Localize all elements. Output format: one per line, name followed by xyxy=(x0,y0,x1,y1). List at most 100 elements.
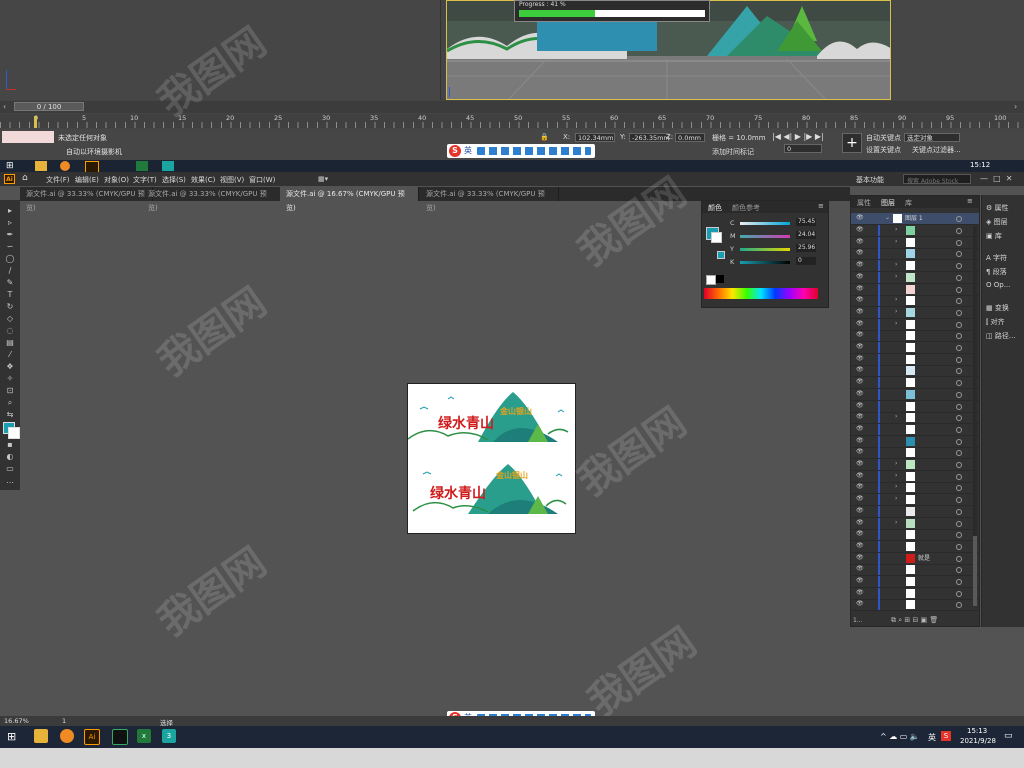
layer-top-row[interactable]: 👁 ⌄ 图层 1 xyxy=(851,213,979,225)
slider-y[interactable]: Y 25.96 xyxy=(730,244,816,255)
visibility-eye-icon[interactable]: 👁 xyxy=(856,531,864,537)
layer-row[interactable]: 👁 › xyxy=(851,412,979,425)
target-circle-icon[interactable] xyxy=(956,520,962,527)
dock-transform[interactable]: ▦ 变换 xyxy=(986,303,1009,313)
layer-row[interactable]: 👁 xyxy=(851,564,979,577)
ime-lang[interactable]: 英 xyxy=(464,146,472,156)
layer-row[interactable]: 👁 xyxy=(851,423,979,436)
gradient-tool-icon[interactable]: ▤ xyxy=(5,338,15,347)
layer-row[interactable]: 👁 xyxy=(851,435,979,448)
target-circle-icon[interactable] xyxy=(956,590,962,597)
color-guide-tab[interactable]: 颜色参考 xyxy=(732,203,760,213)
target-circle-icon[interactable] xyxy=(956,602,962,609)
color-spectrum[interactable] xyxy=(704,288,818,299)
selection-tool-icon[interactable]: ▸ xyxy=(5,206,15,215)
target-circle-icon[interactable] xyxy=(956,473,962,480)
layer-row[interactable]: 👁 xyxy=(851,365,979,378)
playback-controls[interactable]: |◀ ◀| ▶ |▶ ▶| xyxy=(772,132,824,141)
key-filters-button[interactable]: 关键点过滤器... xyxy=(912,145,961,155)
slider-y-value[interactable]: 25.96 xyxy=(796,244,816,252)
visibility-eye-icon[interactable]: 👁 xyxy=(856,519,864,526)
target-circle-icon[interactable] xyxy=(956,263,962,270)
z-field[interactable]: 0.0mm xyxy=(675,133,705,142)
dock-pathfinder[interactable]: ◫ 路径... xyxy=(986,331,1016,341)
slider-c[interactable]: C 75.45 xyxy=(730,218,816,229)
eyedropper-tool-icon[interactable]: ⁄ xyxy=(5,350,15,359)
visibility-eye-icon[interactable]: 👁 xyxy=(856,250,864,256)
expand-chevron-icon[interactable]: › xyxy=(895,472,897,479)
target-circle-icon[interactable] xyxy=(956,274,962,281)
layer-row[interactable]: 👁 › xyxy=(851,459,979,471)
tab-doc-1[interactable]: 源文件.ai @ 33.33% (CMYK/GPU 预览) xyxy=(20,187,153,212)
swap-colors-icon[interactable]: ⇆ xyxy=(5,410,15,419)
pencil-tool-icon[interactable]: ✎ xyxy=(5,278,15,287)
artboard[interactable]: 绿水青山 金山银山 绿水青山 金山银山 xyxy=(407,383,576,534)
layer-row[interactable]: 👁 xyxy=(851,599,979,612)
ime-tool-icons[interactable] xyxy=(477,147,591,155)
visibility-eye-icon[interactable]: 👁 xyxy=(856,566,864,572)
visibility-eye-icon[interactable]: 👁 xyxy=(856,379,864,385)
blend-tool-icon[interactable]: ❖ xyxy=(5,362,15,371)
layer-row[interactable]: 👁 xyxy=(851,330,979,343)
time-slider-thumb[interactable]: 0 / 100 xyxy=(14,102,84,111)
target-circle-icon[interactable] xyxy=(956,309,962,316)
visibility-eye-icon[interactable]: 👁 xyxy=(856,542,864,549)
workspace-switcher[interactable]: 基本功能 xyxy=(856,175,884,185)
target-circle-icon[interactable] xyxy=(956,216,962,222)
slider-prev-icon[interactable]: ‹ xyxy=(3,102,6,111)
target-circle-icon[interactable] xyxy=(956,567,962,574)
expand-chevron-icon[interactable]: › xyxy=(895,483,897,490)
visibility-eye-icon[interactable]: 👁 xyxy=(856,414,864,420)
visibility-eye-icon[interactable]: 👁 xyxy=(856,507,864,514)
target-circle-icon[interactable] xyxy=(956,286,962,293)
sogou-tray-icon[interactable]: S xyxy=(941,731,951,741)
window-controls[interactable]: — □ ✕ xyxy=(980,174,1012,183)
expand-chevron-icon[interactable]: › xyxy=(895,261,897,268)
menu-item[interactable]: 文件(F) xyxy=(46,175,70,185)
zoom-field[interactable]: 16.67% xyxy=(4,717,29,725)
target-circle-icon[interactable] xyxy=(956,508,962,515)
target-circle-icon[interactable] xyxy=(956,415,962,422)
layers-tab[interactable]: 图层 xyxy=(881,198,895,208)
visibility-eye-icon[interactable]: 👁 xyxy=(856,355,864,362)
pen-tool-icon[interactable]: ✒ xyxy=(5,230,15,239)
x-field[interactable]: 102.34mm xyxy=(575,133,615,142)
lock-icon[interactable]: 🔒 xyxy=(540,133,549,141)
ime-toolbar-top[interactable]: S 英 xyxy=(447,144,595,158)
dock-paragraph[interactable]: ¶ 段落 xyxy=(986,267,1007,277)
visibility-eye-icon[interactable]: 👁 xyxy=(856,425,864,432)
layer-row[interactable]: 👁 › xyxy=(851,470,979,483)
type-tool-icon[interactable]: T xyxy=(5,290,15,299)
visibility-eye-icon[interactable]: 👁 xyxy=(856,273,864,280)
taskbar-date[interactable]: 2021/9/28 xyxy=(960,737,996,745)
target-circle-icon[interactable] xyxy=(956,497,962,504)
visibility-eye-icon[interactable]: 👁 xyxy=(856,308,864,315)
visibility-eye-icon[interactable]: 👁 xyxy=(856,238,864,245)
layer-row[interactable]: 👁 xyxy=(851,540,979,553)
windows-start-icon[interactable]: ⊞ xyxy=(6,161,14,171)
current-frame-marker[interactable] xyxy=(34,116,37,128)
expand-chevron-icon[interactable]: › xyxy=(895,238,897,245)
layers-menu-icon[interactable]: ≡ xyxy=(967,197,973,205)
visibility-eye-icon[interactable]: 👁 xyxy=(856,484,864,490)
slider-k-track[interactable] xyxy=(740,261,790,264)
out-of-gamut-swatch[interactable] xyxy=(717,251,725,259)
visibility-eye-icon[interactable]: 👁 xyxy=(856,390,864,397)
zoom-tool-icon[interactable]: ⌕ xyxy=(5,398,15,407)
explorer-icon[interactable] xyxy=(35,161,47,171)
direct-selection-tool-icon[interactable]: ▹ xyxy=(5,218,15,227)
3dsmax-taskbar-icon[interactable]: 3 xyxy=(162,729,176,743)
layer-name[interactable]: 就是 xyxy=(918,553,930,564)
target-circle-icon[interactable] xyxy=(956,380,962,387)
visibility-eye-icon[interactable]: 👁 xyxy=(856,332,864,338)
color-mode-icon[interactable]: ▪ xyxy=(5,440,15,449)
add-time-tag[interactable]: 添加时间标记 xyxy=(712,147,754,157)
tray-lang[interactable]: 英 xyxy=(928,732,936,743)
set-key-label[interactable]: 设置关键点 xyxy=(866,145,901,155)
menu-item[interactable]: 效果(C) xyxy=(191,175,215,185)
time-slider[interactable]: ‹ 0 / 100 › xyxy=(0,101,1024,113)
target-circle-icon[interactable] xyxy=(956,450,962,457)
paintbrush-tool-icon[interactable]: ∕ xyxy=(5,266,15,275)
target-circle-icon[interactable] xyxy=(956,426,962,433)
target-circle-icon[interactable] xyxy=(956,403,962,410)
